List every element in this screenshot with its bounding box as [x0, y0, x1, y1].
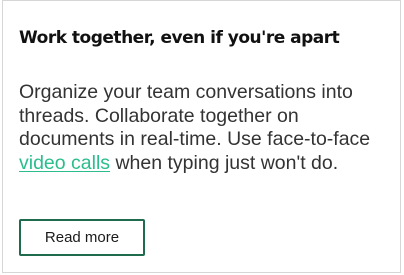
video-calls-link[interactable]: video calls: [19, 152, 110, 174]
card-title: Work together, even if you're apart: [19, 28, 340, 48]
feature-card: Work together, even if you're apart Orga…: [2, 0, 401, 273]
description-text-end: when typing just won't do.: [110, 151, 339, 174]
read-more-button[interactable]: Read more: [19, 219, 145, 256]
card-description: Organize your team conversations into th…: [19, 81, 389, 175]
description-text-start: Organize your team conversations into th…: [19, 81, 371, 150]
